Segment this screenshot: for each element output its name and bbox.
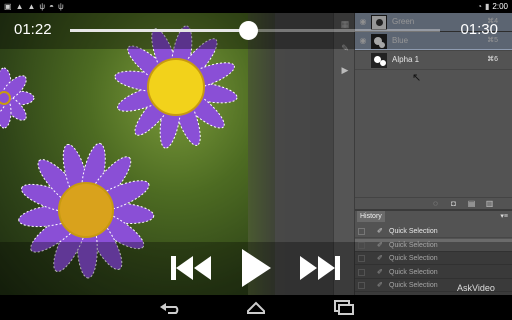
system-icons: ◔ ▮ 2:00	[477, 1, 508, 12]
channel-shortcut: ⌘6	[487, 56, 498, 63]
history-tab[interactable]: History	[357, 211, 385, 222]
history-item[interactable]: ✐ Quick Selection	[355, 225, 512, 238]
history-item-label: Quick Selection	[389, 228, 438, 235]
home-icon[interactable]	[244, 299, 268, 315]
save-selection-icon[interactable]: ◘	[449, 199, 458, 208]
android-icon: ◓	[49, 2, 54, 11]
quick-selection-icon: ✐	[377, 228, 383, 235]
play-action-icon[interactable]: ▶	[339, 65, 351, 75]
load-selection-icon[interactable]: ◌	[431, 199, 440, 208]
panel-menu-icon[interactable]: ▾≡	[500, 212, 508, 220]
total-time: 01:30	[460, 21, 498, 38]
recent-apps-icon[interactable]	[331, 299, 355, 315]
channel-name: Alpha 1	[392, 55, 420, 64]
warning-icon: ▲	[15, 2, 24, 11]
status-time: 2:00	[492, 2, 508, 11]
seek-progress	[70, 29, 248, 32]
android-nav-bar	[0, 295, 512, 320]
trash-icon[interactable]: ▥	[485, 199, 494, 208]
play-button[interactable]	[239, 247, 273, 289]
eye-off-icon[interactable]	[358, 55, 368, 65]
flower-center	[58, 182, 114, 238]
seek-thumb[interactable]	[238, 21, 258, 40]
fast-forward-button[interactable]	[298, 253, 342, 283]
snapshot-checkbox[interactable]	[358, 228, 365, 235]
new-channel-icon[interactable]: ▤	[467, 199, 476, 208]
flower-center	[0, 91, 11, 105]
warning-icon: ▲	[27, 2, 36, 11]
video-surface[interactable]: ▦ ✎ ▶ ◉ Green ⌘4 ◉ Blue ⌘5 Alpha 1 ⌘6 ↖ …	[0, 13, 512, 295]
channel-thumbnail	[371, 53, 387, 68]
status-bar: ▣ ▲ ▲ ψ ◓ ψ ◔ ▮ 2:00	[0, 0, 512, 13]
channels-footer: ◌ ◘ ▤ ▥	[355, 197, 512, 209]
image-icon: ▣	[4, 2, 12, 11]
back-icon[interactable]	[158, 299, 182, 315]
rewind-button[interactable]	[169, 253, 213, 283]
cursor-icon: ↖	[412, 72, 422, 84]
usb-icon: ψ	[39, 2, 46, 11]
player-controls: AskVideo	[0, 242, 512, 295]
battery-icon: ▮	[485, 2, 490, 11]
watermark-logo: AskVideo	[457, 283, 495, 293]
seek-bar[interactable]	[70, 21, 440, 40]
notification-icons: ▣ ▲ ▲ ψ ◓ ψ	[4, 1, 64, 12]
flower-center	[147, 58, 205, 116]
current-time: 01:22	[14, 21, 52, 38]
player-top-bar: 01:22 01:30	[0, 13, 512, 49]
usb-icon: ψ	[57, 2, 64, 11]
wifi-icon: ◔	[477, 2, 483, 11]
channel-row-alpha[interactable]: Alpha 1 ⌘6	[355, 51, 512, 70]
